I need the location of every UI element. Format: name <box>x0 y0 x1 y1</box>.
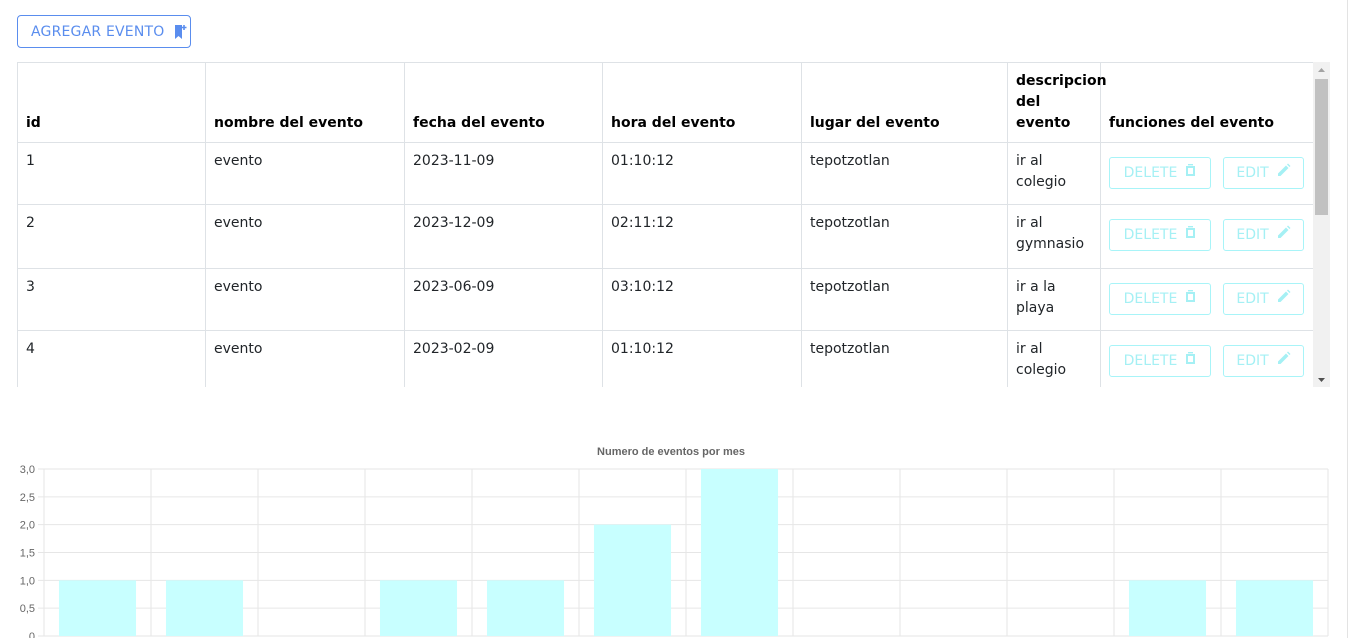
y-tick-label: 0,5 <box>20 603 35 615</box>
table-header-row: id nombre del evento fecha del evento ho… <box>17 62 1314 143</box>
delete-label: DELETE <box>1123 290 1178 307</box>
delete-button[interactable]: DELETE <box>1109 157 1211 189</box>
bar <box>1128 580 1207 636</box>
edit-label: EDIT <box>1236 164 1269 181</box>
bar <box>58 580 137 636</box>
edit-button[interactable]: EDIT <box>1223 283 1304 315</box>
events-per-month-chart: 3,0 2,5 2,0 1,5 1,0 0,5 0 <box>20 464 1329 638</box>
delete-button[interactable]: DELETE <box>1109 345 1211 377</box>
pencil-icon <box>1277 351 1291 372</box>
cell-lugar: tepotzotlan <box>801 268 1008 331</box>
trash-icon <box>1185 289 1196 310</box>
cell-lugar: tepotzotlan <box>801 204 1008 269</box>
table-row: 2 evento 2023-12-09 02:11:12 tepotzotlan ir a… <box>17 204 1314 269</box>
trash-icon <box>1185 163 1196 184</box>
bar <box>379 580 458 636</box>
edit-button[interactable]: EDIT <box>1223 219 1304 251</box>
edit-label: EDIT <box>1236 226 1269 243</box>
cell-hora: 01:10:12 <box>602 330 802 387</box>
cell-descripcion: ir al colegio <box>1007 330 1101 387</box>
column-header-hora: hora del evento <box>602 62 802 143</box>
bar <box>1235 580 1314 636</box>
bar <box>593 524 672 636</box>
column-header-nombre: nombre del evento <box>205 62 405 143</box>
cell-descripcion: ir al gymnasio <box>1007 204 1101 269</box>
cell-fecha: 2023-11-09 <box>404 142 603 205</box>
cell-funciones: DELETE EDIT <box>1100 268 1314 331</box>
cell-nombre: evento <box>205 204 405 269</box>
add-event-button[interactable]: AGREGAR EVENTO <box>17 15 191 48</box>
cell-hora: 01:10:12 <box>602 142 802 205</box>
pencil-icon <box>1277 163 1291 184</box>
cell-id: 3 <box>17 268 206 331</box>
cell-nombre: evento <box>205 330 405 387</box>
column-header-lugar: lugar del evento <box>801 62 1008 143</box>
bar <box>700 469 779 636</box>
events-table-container: id nombre del evento fecha del evento ho… <box>17 62 1330 387</box>
y-tick-label: 0 <box>29 631 35 638</box>
bookmark-plus-icon <box>173 24 187 40</box>
edit-label: EDIT <box>1236 352 1269 369</box>
bar <box>165 580 244 636</box>
column-header-fecha: fecha del evento <box>404 62 603 143</box>
cell-fecha: 2023-06-09 <box>404 268 603 331</box>
edit-button[interactable]: EDIT <box>1223 157 1304 189</box>
y-tick-label: 2,0 <box>20 520 35 532</box>
cell-funciones: DELETE EDIT <box>1100 330 1314 387</box>
cell-fecha: 2023-12-09 <box>404 204 603 269</box>
cell-nombre: evento <box>205 268 405 331</box>
cell-id: 4 <box>17 330 206 387</box>
cell-fecha: 2023-02-09 <box>404 330 603 387</box>
delete-label: DELETE <box>1123 226 1178 243</box>
events-table: id nombre del evento fecha del evento ho… <box>17 62 1314 387</box>
pencil-icon <box>1277 289 1291 310</box>
delete-button[interactable]: DELETE <box>1109 219 1211 251</box>
cell-lugar: tepotzotlan <box>801 330 1008 387</box>
scroll-down-arrow-icon[interactable] <box>1313 372 1330 387</box>
trash-icon <box>1185 225 1196 246</box>
bar <box>486 580 565 636</box>
edit-label: EDIT <box>1236 290 1269 307</box>
table-row: 4 evento 2023-02-09 01:10:12 tepotzotlan ir a… <box>17 330 1314 387</box>
y-tick-label: 1,0 <box>20 575 35 587</box>
column-header-id: id <box>17 62 206 143</box>
delete-label: DELETE <box>1123 164 1178 181</box>
cell-hora: 02:11:12 <box>602 204 802 269</box>
cell-funciones: DELETE EDIT <box>1100 142 1314 205</box>
edit-button[interactable]: EDIT <box>1223 345 1304 377</box>
pencil-icon <box>1277 225 1291 246</box>
column-header-funciones: funciones del evento <box>1100 62 1314 143</box>
page-divider <box>1347 0 1348 638</box>
table-row: 3 evento 2023-06-09 03:10:12 tepotzotlan ir a… <box>17 268 1314 331</box>
y-tick-label: 1,5 <box>20 548 35 560</box>
column-header-descripcion: descripcion del evento <box>1007 62 1107 143</box>
table-row: 1 evento 2023-11-09 01:10:12 tepotzotlan ir a… <box>17 142 1314 205</box>
scrollbar-thumb[interactable] <box>1315 79 1328 215</box>
cell-hora: 03:10:12 <box>602 268 802 331</box>
trash-icon <box>1185 351 1196 372</box>
y-tick-label: 2,5 <box>20 492 35 504</box>
cell-funciones: DELETE EDIT <box>1100 204 1314 269</box>
cell-lugar: tepotzotlan <box>801 142 1008 205</box>
delete-label: DELETE <box>1123 352 1178 369</box>
cell-id: 1 <box>17 142 206 205</box>
page: AGREGAR EVENTO id nombre del evento fech… <box>0 0 1350 638</box>
delete-button[interactable]: DELETE <box>1109 283 1211 315</box>
table-scrollbar[interactable] <box>1313 62 1330 387</box>
scroll-up-arrow-icon[interactable] <box>1313 62 1330 77</box>
cell-descripcion: ir al colegio <box>1007 142 1101 205</box>
y-tick-label: 3,0 <box>20 464 35 476</box>
cell-nombre: evento <box>205 142 405 205</box>
cell-id: 2 <box>17 204 206 269</box>
cell-descripcion: ir a la playa <box>1007 268 1101 331</box>
add-event-label: AGREGAR EVENTO <box>31 23 165 40</box>
